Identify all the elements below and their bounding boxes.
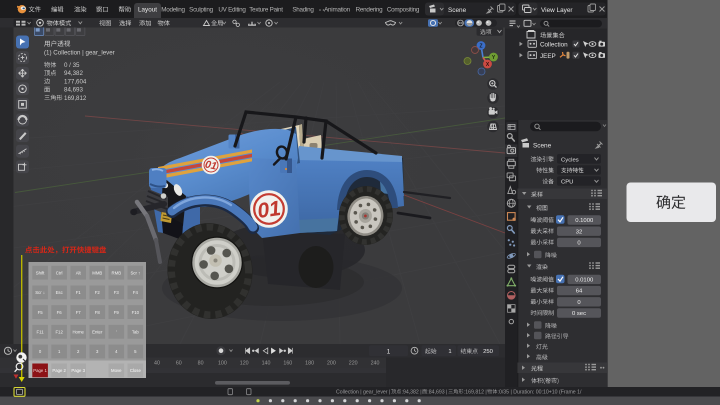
svg-text:Layout: Layout: [138, 7, 157, 14]
svg-text:40: 40: [154, 361, 160, 367]
svg-text:0.1000: 0.1000: [575, 218, 594, 224]
svg-text:Page 3: Page 3: [71, 368, 85, 373]
svg-text:Z: Z: [479, 44, 482, 50]
svg-text:0 / 35: 0 / 35: [64, 62, 80, 69]
svg-text:220: 220: [349, 361, 358, 367]
svg-text:60: 60: [176, 361, 182, 367]
svg-text:Compositing: Compositing: [387, 7, 420, 14]
svg-text:140: 140: [262, 361, 271, 367]
svg-text:80: 80: [198, 361, 204, 367]
svg-text:F3: F3: [114, 290, 120, 295]
svg-text:Cycles: Cycles: [561, 157, 579, 163]
svg-text:Alt: Alt: [76, 270, 82, 275]
svg-text:Close: Close: [130, 368, 142, 373]
svg-text:Home: Home: [72, 330, 84, 335]
svg-text:169,812: 169,812: [64, 95, 87, 102]
svg-text:32: 32: [576, 229, 583, 235]
svg-text:1: 1: [387, 348, 391, 355]
svg-text:F2: F2: [95, 290, 101, 295]
svg-text:CPU: CPU: [561, 179, 573, 185]
svg-text:JEEP: JEEP: [540, 53, 556, 60]
svg-text:240: 240: [371, 361, 380, 367]
svg-text:Modeling: Modeling: [161, 7, 185, 14]
svg-text:UV Editing: UV Editing: [218, 7, 246, 14]
svg-text:F8: F8: [95, 310, 101, 315]
svg-text::84,693 |: :84,693 |: [427, 389, 447, 395]
svg-text:Scr ↓: Scr ↓: [35, 290, 45, 295]
svg-text:100: 100: [218, 361, 227, 367]
svg-text:MMB: MMB: [92, 270, 102, 275]
svg-text:F6: F6: [57, 310, 63, 315]
svg-text:Texture Paint: Texture Paint: [249, 7, 283, 14]
svg-text:94,382: 94,382: [64, 70, 83, 77]
svg-text:(1) Collection | gear_lever: (1) Collection | gear_lever: [44, 50, 115, 57]
svg-text:177,604: 177,604: [64, 78, 87, 85]
svg-text:F10: F10: [132, 310, 140, 315]
svg-text:250: 250: [483, 349, 494, 355]
svg-text:Shading: Shading: [292, 7, 314, 14]
svg-text:Scr ↑: Scr ↑: [130, 270, 140, 275]
svg-text:120: 120: [240, 361, 249, 367]
svg-text:1: 1: [448, 349, 451, 355]
svg-text:F7: F7: [76, 310, 82, 315]
svg-text:Tab: Tab: [132, 330, 140, 335]
svg-text:Scene: Scene: [533, 143, 552, 150]
svg-text::169,812 |: :169,812 |: [464, 389, 487, 395]
svg-text:F1: F1: [76, 290, 82, 295]
svg-text:Animation: Animation: [324, 7, 350, 14]
svg-text:F12: F12: [55, 330, 63, 335]
svg-text:84,693: 84,693: [64, 87, 83, 94]
svg-text:F5: F5: [38, 310, 44, 315]
svg-text:180: 180: [305, 361, 314, 367]
svg-text:01: 01: [256, 197, 282, 223]
svg-text:Page 1: Page 1: [33, 368, 47, 373]
svg-text:Sculpting: Sculpting: [189, 7, 213, 14]
svg-text:Scene: Scene: [448, 7, 467, 14]
svg-text::0/35 | Duration: 00:10+10 (Fr: :0/35 | Duration: 00:10+10 (Frame 1/: [498, 389, 583, 395]
svg-text:F9: F9: [114, 310, 120, 315]
svg-text:Move: Move: [111, 368, 122, 373]
svg-text:0.0100: 0.0100: [575, 278, 594, 284]
svg-text:View Layer: View Layer: [541, 7, 573, 14]
svg-text:200: 200: [327, 361, 336, 367]
svg-text:Shift: Shift: [36, 270, 45, 275]
svg-text:Ctrl: Ctrl: [56, 270, 63, 275]
svg-text:Esc: Esc: [56, 290, 64, 295]
svg-text:0 sec: 0 sec: [572, 311, 586, 317]
svg-text:F4: F4: [133, 290, 139, 295]
svg-text:64: 64: [576, 289, 583, 295]
svg-text::94,382 |: :94,382 |: [402, 389, 422, 395]
svg-text:Rendering: Rendering: [356, 7, 384, 14]
svg-text:F11: F11: [37, 330, 45, 335]
svg-text:Enter: Enter: [92, 330, 103, 335]
svg-text:Collection: Collection: [540, 42, 568, 49]
svg-text:RMB: RMB: [112, 270, 122, 275]
svg-text:160: 160: [283, 361, 292, 367]
svg-text:Collection | gear_lever |: Collection | gear_lever |: [336, 389, 390, 395]
svg-text:Page 2: Page 2: [52, 368, 66, 373]
